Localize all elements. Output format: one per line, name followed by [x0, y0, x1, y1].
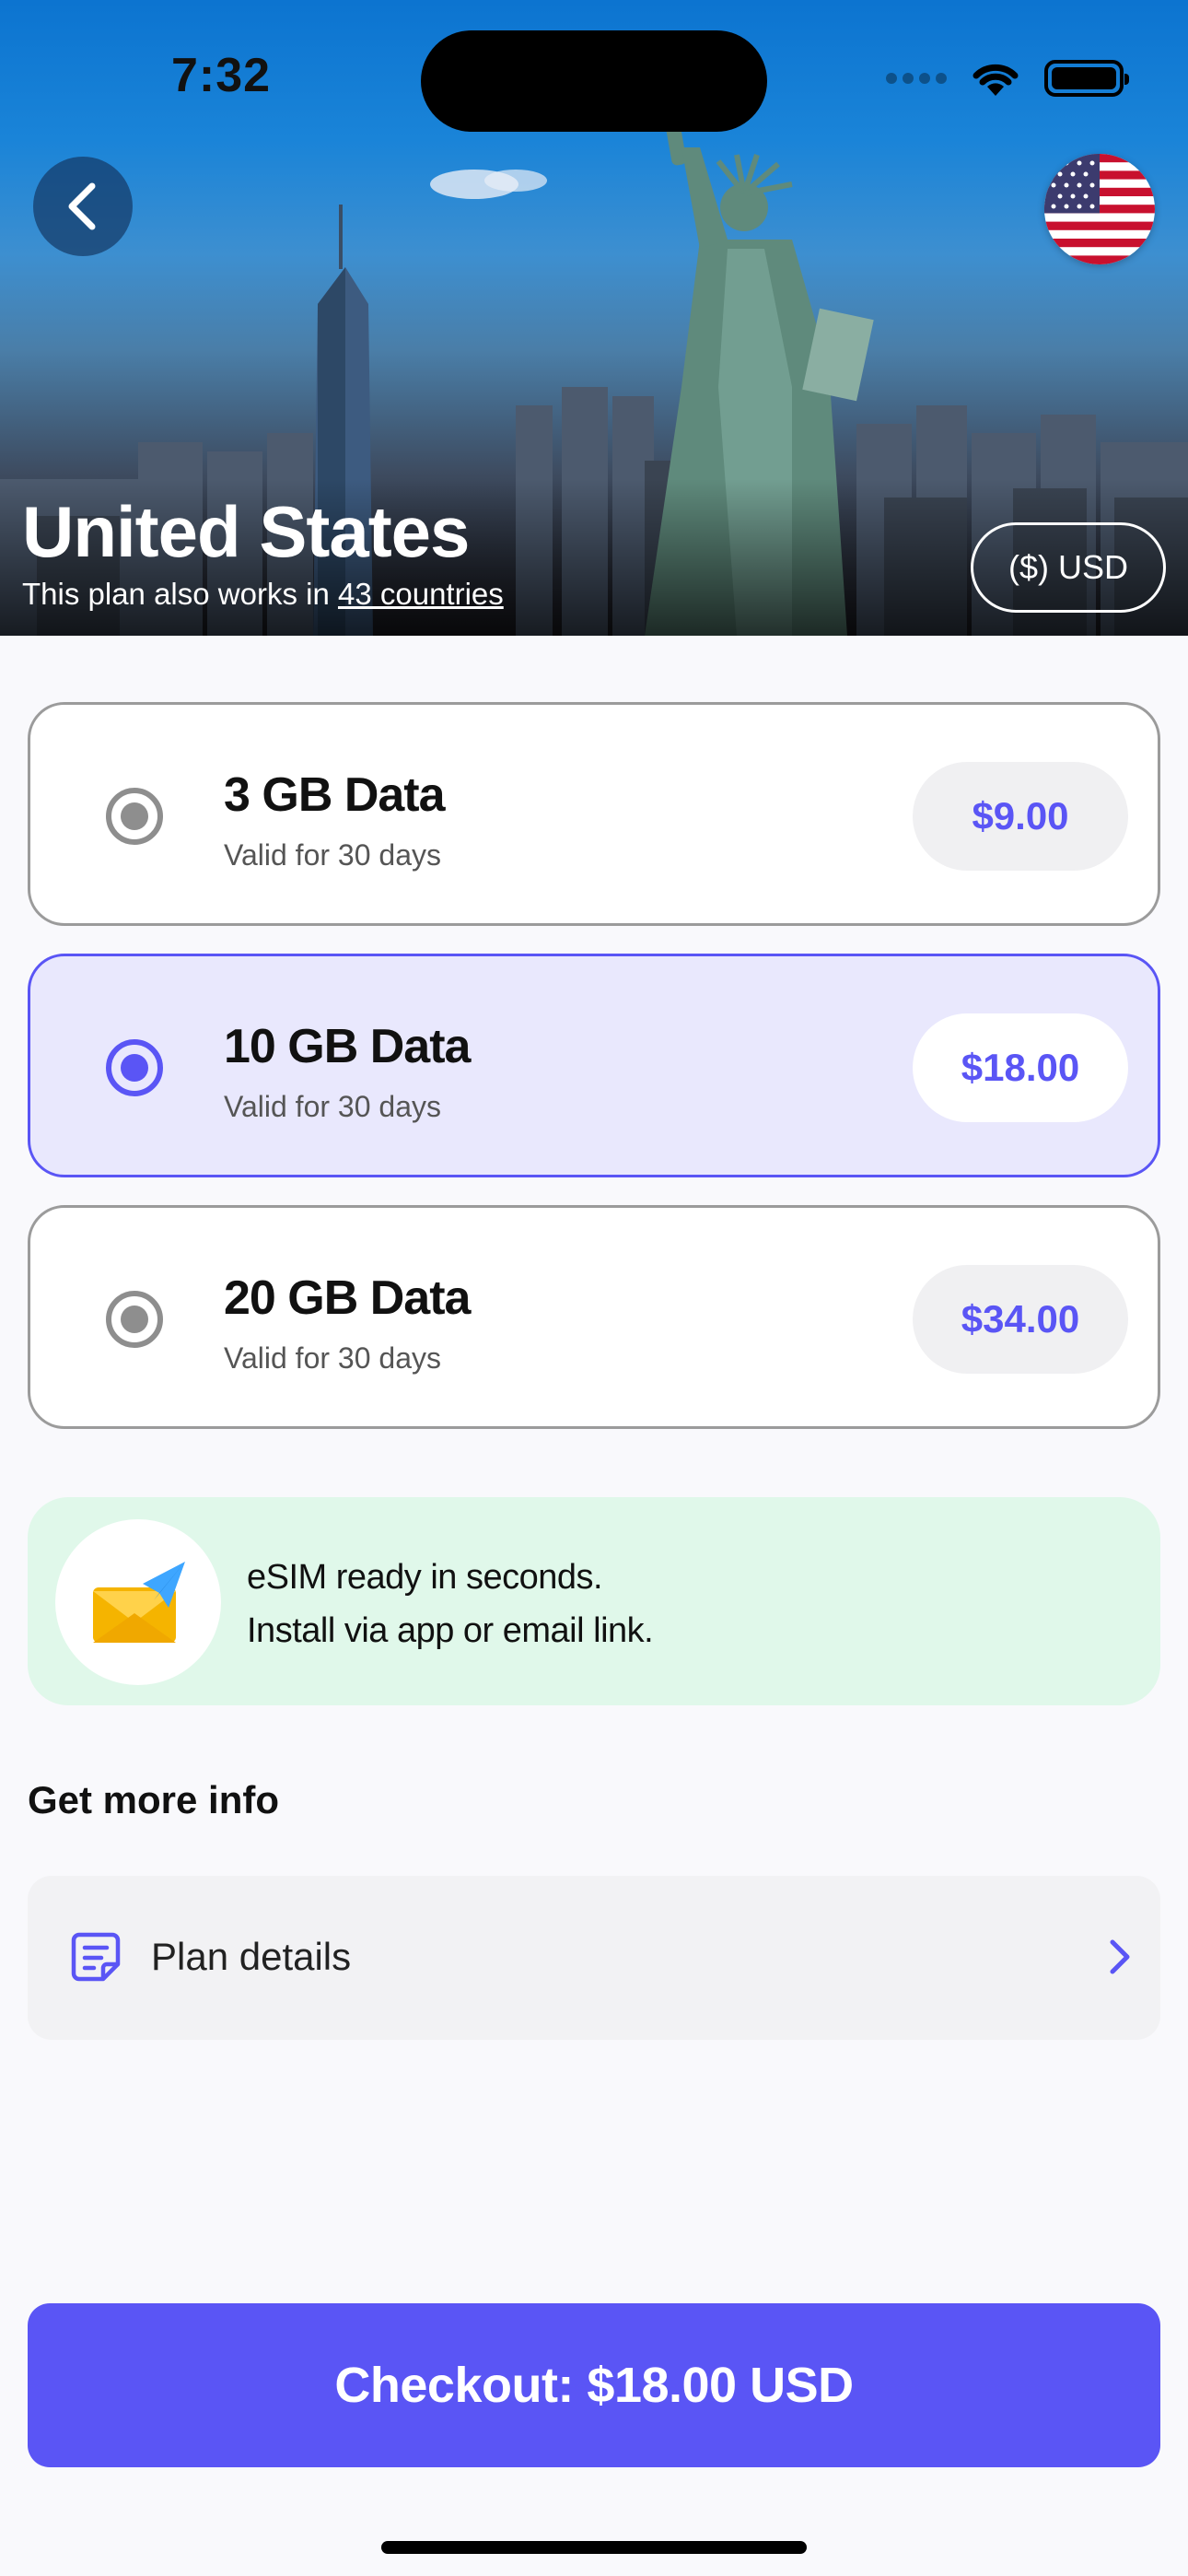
currency-selector-button[interactable]: ($) USD	[971, 522, 1166, 613]
dynamic-island	[421, 30, 767, 132]
plan-option-20gb[interactable]: 20 GB Data Valid for 30 days $34.00	[28, 1205, 1160, 1429]
plan-option-3gb[interactable]: 3 GB Data Valid for 30 days $9.00	[28, 702, 1160, 926]
radio-button[interactable]	[106, 788, 163, 845]
plan-validity: Valid for 30 days	[224, 1090, 441, 1123]
coverage-subtitle-text: This plan also works in	[22, 577, 338, 611]
country-title: United States	[22, 491, 470, 572]
info-line-1: eSIM ready in seconds.	[247, 1558, 603, 1597]
chevron-left-icon	[68, 182, 96, 230]
plan-price: $18.00	[913, 1013, 1128, 1122]
chevron-right-icon	[1110, 1939, 1130, 1974]
plan-price: $9.00	[913, 762, 1128, 871]
back-button[interactable]	[33, 157, 133, 256]
battery-icon	[1044, 60, 1129, 97]
cellular-signal-icon	[886, 73, 947, 84]
status-time: 7:32	[171, 49, 272, 102]
plan-details-label: Plan details	[151, 1935, 352, 1978]
checkout-button[interactable]: Checkout: $18.00 USD	[28, 2303, 1160, 2467]
plan-details-row[interactable]: Plan details	[28, 1876, 1160, 2040]
hero-banner: 7:32 United States This plan also works …	[0, 0, 1188, 636]
radio-button[interactable]	[106, 1291, 163, 1348]
us-flag-icon	[1044, 154, 1155, 264]
esim-info-banner: eSIM ready in seconds. Install via app o…	[28, 1497, 1160, 1705]
email-envelope-icon	[55, 1519, 221, 1685]
status-icons	[886, 59, 1129, 98]
coverage-subtitle: This plan also works in 43 countries	[22, 577, 504, 612]
plan-price: $34.00	[913, 1265, 1128, 1374]
info-line-2: Install via app or email link.	[247, 1611, 654, 1650]
plan-name: 20 GB Data	[224, 1271, 471, 1325]
section-title: Get more info	[28, 1778, 280, 1821]
plan-validity: Valid for 30 days	[224, 1341, 441, 1375]
home-indicator	[381, 2541, 807, 2554]
plan-validity: Valid for 30 days	[224, 838, 441, 872]
plan-name: 3 GB Data	[224, 768, 446, 822]
wifi-icon	[973, 64, 1019, 96]
countries-link[interactable]: 43 countries	[338, 577, 504, 611]
plan-name: 10 GB Data	[224, 1020, 471, 1073]
us-flag-button[interactable]	[1044, 154, 1155, 264]
radio-button-selected[interactable]	[106, 1039, 163, 1096]
plan-option-10gb[interactable]: 10 GB Data Valid for 30 days $18.00	[28, 954, 1160, 1177]
document-icon	[71, 1932, 121, 1982]
